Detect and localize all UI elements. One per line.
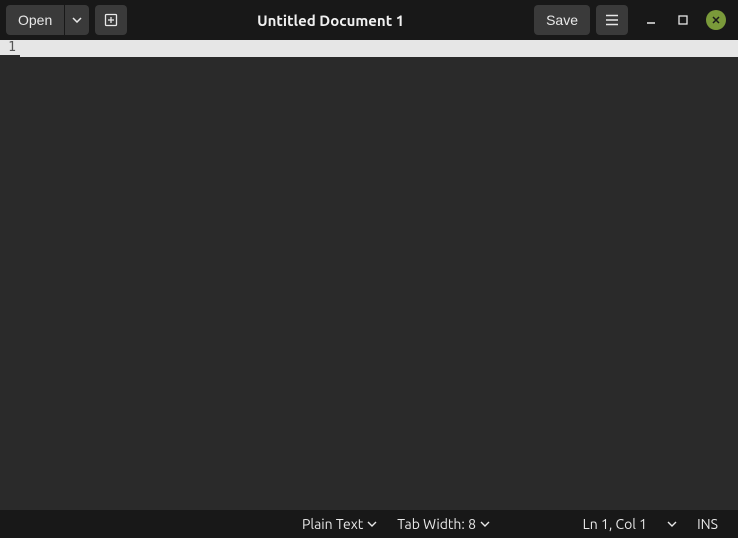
window-controls: [634, 10, 732, 30]
new-tab-button[interactable]: [95, 5, 127, 35]
document-title: Untitled Document 1: [133, 12, 528, 29]
hamburger-menu-button[interactable]: [596, 5, 628, 35]
titlebar: Open Untitled Document 1 Save: [0, 0, 738, 40]
cursor-position: Ln 1, Col 1: [573, 510, 657, 538]
text-editor[interactable]: [20, 40, 738, 510]
close-button[interactable]: [706, 10, 726, 30]
open-recent-dropdown-button[interactable]: [65, 5, 89, 35]
chevron-down-icon: [667, 521, 677, 527]
current-line-highlight: [20, 40, 738, 57]
cursor-position-label: Ln 1, Col 1: [583, 516, 647, 532]
maximize-icon: [677, 14, 689, 26]
insert-mode-toggle[interactable]: INS: [687, 510, 728, 538]
chevron-down-icon: [480, 521, 490, 527]
close-icon: [711, 15, 721, 25]
line-number: 1: [0, 40, 20, 55]
goto-line-selector[interactable]: [657, 510, 687, 538]
tab-width-selector[interactable]: Tab Width: 8: [387, 510, 500, 538]
minimize-icon: [645, 14, 657, 26]
statusbar: Plain Text Tab Width: 8 Ln 1, Col 1 INS: [0, 510, 738, 538]
line-number-gutter: 1: [0, 40, 20, 510]
chevron-down-icon: [367, 521, 377, 527]
tab-width-label: Tab Width: 8: [397, 516, 476, 532]
syntax-mode-selector[interactable]: Plain Text: [292, 510, 387, 538]
hamburger-icon: [605, 14, 619, 26]
save-button[interactable]: Save: [534, 5, 590, 35]
editor-area: 1: [0, 40, 738, 510]
insert-mode-label: INS: [697, 516, 718, 532]
syntax-mode-label: Plain Text: [302, 516, 363, 532]
maximize-button[interactable]: [674, 11, 692, 29]
minimize-button[interactable]: [642, 11, 660, 29]
open-button[interactable]: Open: [6, 5, 64, 35]
chevron-down-icon: [72, 17, 82, 23]
new-tab-icon: [103, 12, 119, 28]
